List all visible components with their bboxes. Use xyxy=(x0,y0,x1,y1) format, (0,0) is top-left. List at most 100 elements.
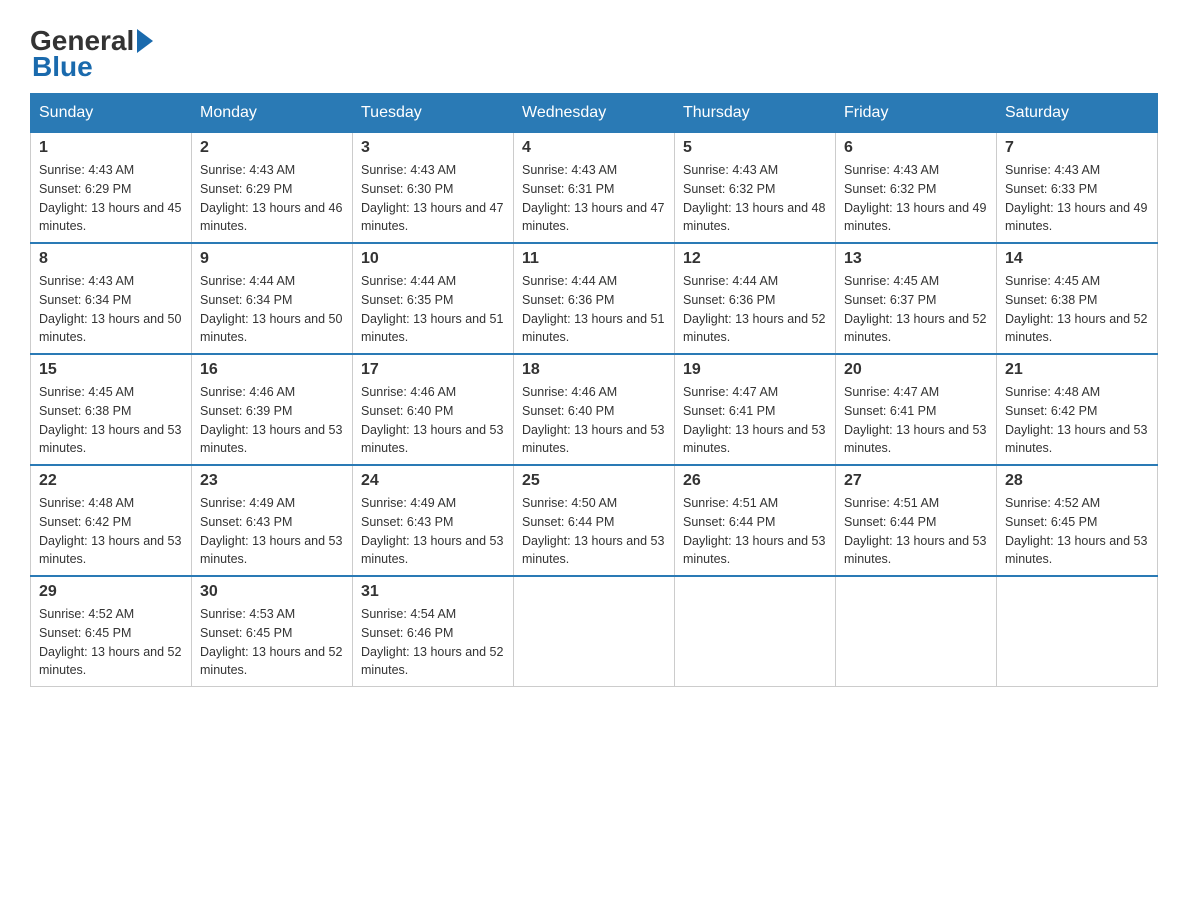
calendar-cell: 1 Sunrise: 4:43 AMSunset: 6:29 PMDayligh… xyxy=(31,133,192,244)
day-info: Sunrise: 4:45 AMSunset: 6:38 PMDaylight:… xyxy=(1005,274,1147,344)
calendar-cell: 18 Sunrise: 4:46 AMSunset: 6:40 PMDaylig… xyxy=(514,354,675,465)
calendar-cell: 30 Sunrise: 4:53 AMSunset: 6:45 PMDaylig… xyxy=(192,576,353,687)
day-info: Sunrise: 4:45 AMSunset: 6:38 PMDaylight:… xyxy=(39,385,181,455)
calendar-cell: 31 Sunrise: 4:54 AMSunset: 6:46 PMDaylig… xyxy=(353,576,514,687)
calendar-cell: 25 Sunrise: 4:50 AMSunset: 6:44 PMDaylig… xyxy=(514,465,675,576)
day-info: Sunrise: 4:49 AMSunset: 6:43 PMDaylight:… xyxy=(361,496,503,566)
calendar-cell: 7 Sunrise: 4:43 AMSunset: 6:33 PMDayligh… xyxy=(997,133,1158,244)
calendar-cell xyxy=(675,576,836,687)
calendar-cell: 16 Sunrise: 4:46 AMSunset: 6:39 PMDaylig… xyxy=(192,354,353,465)
calendar-table: SundayMondayTuesdayWednesdayThursdayFrid… xyxy=(30,93,1158,687)
calendar-cell: 11 Sunrise: 4:44 AMSunset: 6:36 PMDaylig… xyxy=(514,243,675,354)
day-number: 21 xyxy=(1005,361,1149,379)
day-info: Sunrise: 4:43 AMSunset: 6:29 PMDaylight:… xyxy=(200,163,342,233)
day-info: Sunrise: 4:43 AMSunset: 6:31 PMDaylight:… xyxy=(522,163,664,233)
day-number: 14 xyxy=(1005,250,1149,268)
day-info: Sunrise: 4:52 AMSunset: 6:45 PMDaylight:… xyxy=(39,607,181,677)
day-number: 4 xyxy=(522,139,666,157)
day-number: 31 xyxy=(361,583,505,601)
day-number: 24 xyxy=(361,472,505,490)
calendar-cell: 21 Sunrise: 4:48 AMSunset: 6:42 PMDaylig… xyxy=(997,354,1158,465)
day-info: Sunrise: 4:46 AMSunset: 6:40 PMDaylight:… xyxy=(522,385,664,455)
calendar-cell xyxy=(514,576,675,687)
logo-triangle-icon xyxy=(137,29,153,53)
day-number: 1 xyxy=(39,139,183,157)
page-header: General Blue xyxy=(30,20,1158,83)
calendar-cell: 13 Sunrise: 4:45 AMSunset: 6:37 PMDaylig… xyxy=(836,243,997,354)
day-number: 15 xyxy=(39,361,183,379)
day-number: 28 xyxy=(1005,472,1149,490)
day-info: Sunrise: 4:43 AMSunset: 6:32 PMDaylight:… xyxy=(683,163,825,233)
day-number: 25 xyxy=(522,472,666,490)
day-info: Sunrise: 4:43 AMSunset: 6:30 PMDaylight:… xyxy=(361,163,503,233)
day-number: 5 xyxy=(683,139,827,157)
day-number: 11 xyxy=(522,250,666,268)
calendar-cell: 12 Sunrise: 4:44 AMSunset: 6:36 PMDaylig… xyxy=(675,243,836,354)
day-number: 20 xyxy=(844,361,988,379)
day-number: 9 xyxy=(200,250,344,268)
day-number: 3 xyxy=(361,139,505,157)
day-info: Sunrise: 4:44 AMSunset: 6:36 PMDaylight:… xyxy=(522,274,664,344)
day-info: Sunrise: 4:43 AMSunset: 6:33 PMDaylight:… xyxy=(1005,163,1147,233)
day-info: Sunrise: 4:47 AMSunset: 6:41 PMDaylight:… xyxy=(844,385,986,455)
day-number: 2 xyxy=(200,139,344,157)
header-wednesday: Wednesday xyxy=(514,94,675,133)
day-info: Sunrise: 4:46 AMSunset: 6:39 PMDaylight:… xyxy=(200,385,342,455)
calendar-cell: 22 Sunrise: 4:48 AMSunset: 6:42 PMDaylig… xyxy=(31,465,192,576)
calendar-week-row: 29 Sunrise: 4:52 AMSunset: 6:45 PMDaylig… xyxy=(31,576,1158,687)
calendar-cell: 26 Sunrise: 4:51 AMSunset: 6:44 PMDaylig… xyxy=(675,465,836,576)
header-friday: Friday xyxy=(836,94,997,133)
calendar-cell: 10 Sunrise: 4:44 AMSunset: 6:35 PMDaylig… xyxy=(353,243,514,354)
calendar-cell: 6 Sunrise: 4:43 AMSunset: 6:32 PMDayligh… xyxy=(836,133,997,244)
calendar-week-row: 15 Sunrise: 4:45 AMSunset: 6:38 PMDaylig… xyxy=(31,354,1158,465)
calendar-cell: 14 Sunrise: 4:45 AMSunset: 6:38 PMDaylig… xyxy=(997,243,1158,354)
calendar-header-row: SundayMondayTuesdayWednesdayThursdayFrid… xyxy=(31,94,1158,133)
logo: General Blue xyxy=(30,20,153,83)
day-number: 30 xyxy=(200,583,344,601)
calendar-cell: 15 Sunrise: 4:45 AMSunset: 6:38 PMDaylig… xyxy=(31,354,192,465)
calendar-week-row: 1 Sunrise: 4:43 AMSunset: 6:29 PMDayligh… xyxy=(31,133,1158,244)
day-number: 13 xyxy=(844,250,988,268)
calendar-cell xyxy=(997,576,1158,687)
day-info: Sunrise: 4:47 AMSunset: 6:41 PMDaylight:… xyxy=(683,385,825,455)
calendar-week-row: 8 Sunrise: 4:43 AMSunset: 6:34 PMDayligh… xyxy=(31,243,1158,354)
day-number: 27 xyxy=(844,472,988,490)
logo-blue: Blue xyxy=(30,51,93,83)
calendar-cell: 29 Sunrise: 4:52 AMSunset: 6:45 PMDaylig… xyxy=(31,576,192,687)
header-monday: Monday xyxy=(192,94,353,133)
day-info: Sunrise: 4:53 AMSunset: 6:45 PMDaylight:… xyxy=(200,607,342,677)
day-number: 23 xyxy=(200,472,344,490)
day-number: 8 xyxy=(39,250,183,268)
calendar-week-row: 22 Sunrise: 4:48 AMSunset: 6:42 PMDaylig… xyxy=(31,465,1158,576)
day-number: 7 xyxy=(1005,139,1149,157)
day-info: Sunrise: 4:50 AMSunset: 6:44 PMDaylight:… xyxy=(522,496,664,566)
day-info: Sunrise: 4:51 AMSunset: 6:44 PMDaylight:… xyxy=(844,496,986,566)
calendar-cell: 5 Sunrise: 4:43 AMSunset: 6:32 PMDayligh… xyxy=(675,133,836,244)
day-info: Sunrise: 4:43 AMSunset: 6:29 PMDaylight:… xyxy=(39,163,181,233)
calendar-cell: 8 Sunrise: 4:43 AMSunset: 6:34 PMDayligh… xyxy=(31,243,192,354)
day-info: Sunrise: 4:45 AMSunset: 6:37 PMDaylight:… xyxy=(844,274,986,344)
calendar-cell: 2 Sunrise: 4:43 AMSunset: 6:29 PMDayligh… xyxy=(192,133,353,244)
header-sunday: Sunday xyxy=(31,94,192,133)
day-info: Sunrise: 4:48 AMSunset: 6:42 PMDaylight:… xyxy=(1005,385,1147,455)
day-info: Sunrise: 4:44 AMSunset: 6:35 PMDaylight:… xyxy=(361,274,503,344)
calendar-cell: 4 Sunrise: 4:43 AMSunset: 6:31 PMDayligh… xyxy=(514,133,675,244)
day-info: Sunrise: 4:54 AMSunset: 6:46 PMDaylight:… xyxy=(361,607,503,677)
calendar-cell: 20 Sunrise: 4:47 AMSunset: 6:41 PMDaylig… xyxy=(836,354,997,465)
calendar-cell: 17 Sunrise: 4:46 AMSunset: 6:40 PMDaylig… xyxy=(353,354,514,465)
calendar-cell xyxy=(836,576,997,687)
day-number: 29 xyxy=(39,583,183,601)
calendar-cell: 24 Sunrise: 4:49 AMSunset: 6:43 PMDaylig… xyxy=(353,465,514,576)
calendar-cell: 19 Sunrise: 4:47 AMSunset: 6:41 PMDaylig… xyxy=(675,354,836,465)
day-info: Sunrise: 4:43 AMSunset: 6:34 PMDaylight:… xyxy=(39,274,181,344)
day-number: 12 xyxy=(683,250,827,268)
header-tuesday: Tuesday xyxy=(353,94,514,133)
day-info: Sunrise: 4:52 AMSunset: 6:45 PMDaylight:… xyxy=(1005,496,1147,566)
day-number: 6 xyxy=(844,139,988,157)
calendar-cell: 27 Sunrise: 4:51 AMSunset: 6:44 PMDaylig… xyxy=(836,465,997,576)
day-info: Sunrise: 4:44 AMSunset: 6:34 PMDaylight:… xyxy=(200,274,342,344)
calendar-cell: 23 Sunrise: 4:49 AMSunset: 6:43 PMDaylig… xyxy=(192,465,353,576)
day-info: Sunrise: 4:46 AMSunset: 6:40 PMDaylight:… xyxy=(361,385,503,455)
day-number: 19 xyxy=(683,361,827,379)
calendar-cell: 3 Sunrise: 4:43 AMSunset: 6:30 PMDayligh… xyxy=(353,133,514,244)
